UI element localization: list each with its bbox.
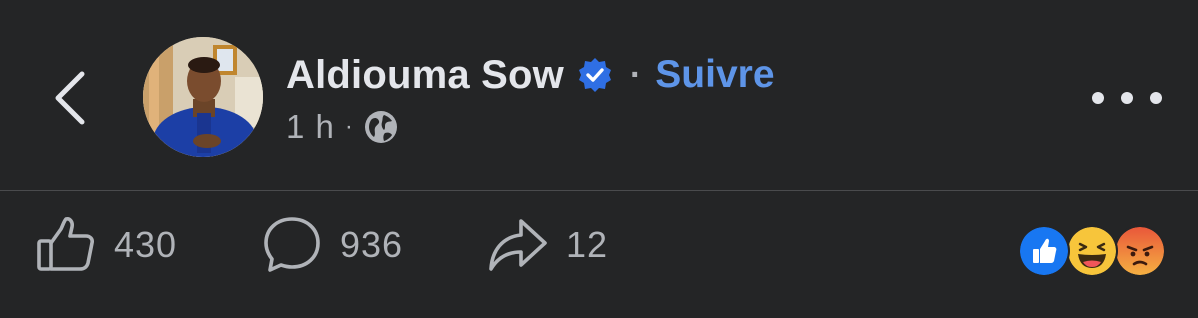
haha-reaction-icon: [1066, 225, 1118, 277]
more-options-button[interactable]: [1092, 80, 1162, 116]
reactions-summary[interactable]: [1018, 225, 1168, 277]
like-button[interactable]: 430: [36, 215, 177, 275]
follow-button[interactable]: Suivre: [655, 53, 774, 97]
share-count: 12: [566, 224, 609, 265]
post-meta: 1 h ·: [286, 106, 399, 148]
post-actions-bar: 430 936 12: [0, 191, 1198, 318]
globe-icon[interactable]: [363, 109, 399, 145]
post-timestamp[interactable]: 1 h: [286, 108, 335, 146]
more-dot: [1150, 92, 1162, 104]
like-count: 430: [114, 224, 178, 265]
like-reaction-icon: [1018, 225, 1070, 277]
author-avatar[interactable]: [143, 37, 263, 157]
author-name[interactable]: Aldiouma Sow: [286, 53, 564, 98]
comment-bubble-icon: [264, 217, 320, 272]
angry-reaction-icon: [1114, 225, 1166, 277]
verified-badge-icon: [578, 58, 611, 92]
more-dot: [1121, 92, 1133, 104]
chevron-left-icon: [55, 71, 85, 125]
back-button[interactable]: [44, 62, 100, 134]
author-line: Aldiouma Sow · Suivre: [286, 50, 775, 100]
name-separator: ·: [629, 55, 642, 94]
post-header: Aldiouma Sow · Suivre 1 h ·: [0, 0, 1198, 190]
comment-button[interactable]: 936: [262, 215, 403, 275]
comment-count: 936: [340, 224, 404, 265]
share-arrow-icon: [489, 219, 547, 271]
share-button[interactable]: 12: [488, 215, 608, 275]
thumbs-up-icon: [37, 217, 94, 271]
more-dot: [1092, 92, 1104, 104]
avatar-photo: [143, 37, 263, 157]
meta-separator: ·: [344, 113, 353, 140]
